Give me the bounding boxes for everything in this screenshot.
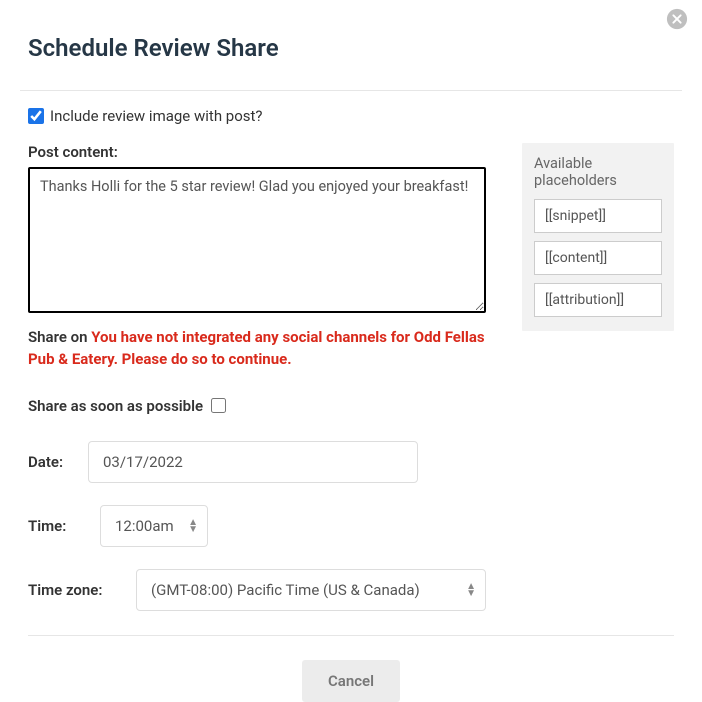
share-on-error: You have not integrated any social chann… bbox=[28, 328, 485, 368]
dialog-title: Schedule Review Share bbox=[20, 10, 682, 90]
include-image-label: Include review image with post? bbox=[50, 107, 263, 125]
cancel-button[interactable]: Cancel bbox=[302, 660, 400, 702]
time-label: Time: bbox=[28, 517, 100, 535]
close-icon[interactable] bbox=[666, 8, 688, 30]
placeholder-chip-snippet[interactable]: [[snippet]] bbox=[534, 199, 662, 233]
asap-checkbox[interactable] bbox=[211, 398, 226, 413]
include-image-checkbox[interactable] bbox=[28, 108, 44, 124]
asap-label: Share as soon as possible bbox=[28, 397, 203, 415]
time-select[interactable]: 12:00am bbox=[100, 505, 208, 547]
share-on-message: Share on You have not integrated any soc… bbox=[28, 327, 486, 371]
placeholders-title: Available placeholders bbox=[534, 155, 662, 189]
date-label: Date: bbox=[28, 453, 88, 471]
placeholders-panel: Available placeholders [[snippet]] [[con… bbox=[522, 143, 674, 331]
placeholder-chip-content[interactable]: [[content]] bbox=[534, 241, 662, 275]
placeholder-chip-attribution[interactable]: [[attribution]] bbox=[534, 283, 662, 317]
share-on-prefix: Share on bbox=[28, 328, 91, 346]
post-content-label: Post content: bbox=[28, 143, 486, 161]
date-input[interactable] bbox=[88, 441, 418, 483]
timezone-select[interactable]: (GMT-08:00) Pacific Time (US & Canada) bbox=[136, 569, 486, 611]
timezone-label: Time zone: bbox=[28, 581, 136, 599]
post-content-textarea[interactable] bbox=[28, 167, 486, 313]
